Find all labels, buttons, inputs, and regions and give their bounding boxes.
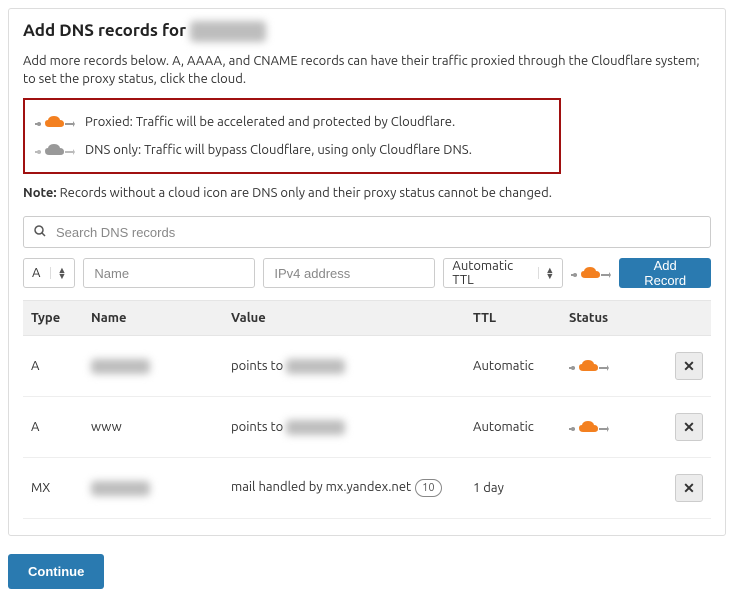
th-name: Name	[83, 301, 223, 336]
type-select[interactable]: A ▲▼	[23, 258, 75, 288]
th-ttl: TTL	[465, 301, 561, 336]
cell-ttl[interactable]: Automatic	[465, 336, 561, 397]
records-table: Type Name Value TTL Status A██████points…	[23, 300, 711, 519]
delete-button[interactable]: ✕	[675, 474, 703, 502]
dns-panel: Add DNS records for ██████ Add more reco…	[8, 8, 726, 536]
cell-value[interactable]: mail handled by mx.yandex.net10	[223, 458, 465, 519]
th-status: Status	[561, 301, 667, 336]
note: Note: Records without a cloud icon are D…	[23, 184, 711, 202]
close-icon: ✕	[683, 358, 695, 375]
table-row: Awwwpoints to ██████Automatic ✕	[23, 397, 711, 458]
cell-type[interactable]: A	[23, 397, 83, 458]
description-text: Add more records below. A, AAAA, and CNA…	[23, 52, 711, 88]
cell-ttl[interactable]: Automatic	[465, 397, 561, 458]
legend-dns-only-row: DNS only: Traffic will bypass Cloudflare…	[35, 136, 549, 164]
type-select-value: A	[32, 266, 40, 280]
cell-value[interactable]: points to ██████	[223, 336, 465, 397]
table-row: MX██████mail handled by mx.yandex.net101…	[23, 458, 711, 519]
legend-proxied-text: Proxied: Traffic will be accelerated and…	[85, 115, 455, 129]
proxy-toggle-icon[interactable]	[571, 263, 611, 283]
delete-button[interactable]: ✕	[675, 352, 703, 380]
add-record-controls: A ▲▼ Automatic TTL ▲▼ Add Record	[23, 258, 711, 288]
value-input[interactable]	[263, 258, 435, 288]
note-label: Note:	[23, 186, 57, 200]
th-value: Value	[223, 301, 465, 336]
cloud-proxied-icon[interactable]	[569, 356, 659, 376]
title-prefix: Add DNS records for	[23, 21, 190, 40]
ttl-select-value: Automatic TTL	[452, 259, 528, 287]
th-type: Type	[23, 301, 83, 336]
continue-button[interactable]: Continue	[8, 554, 104, 589]
add-record-button[interactable]: Add Record	[619, 258, 711, 288]
cell-status[interactable]	[561, 397, 667, 458]
cell-status	[561, 458, 667, 519]
search-icon	[34, 225, 46, 240]
proxy-legend: Proxied: Traffic will be accelerated and…	[23, 98, 561, 174]
stepper-icon: ▲▼	[538, 267, 554, 279]
name-input[interactable]	[83, 258, 255, 288]
priority-badge: 10	[415, 479, 441, 497]
legend-proxied-row: Proxied: Traffic will be accelerated and…	[35, 108, 549, 136]
cell-type[interactable]: A	[23, 336, 83, 397]
close-icon: ✕	[683, 480, 695, 497]
cell-actions: ✕	[667, 397, 711, 458]
cell-actions: ✕	[667, 336, 711, 397]
ttl-select[interactable]: Automatic TTL ▲▼	[443, 258, 563, 288]
cell-type[interactable]: MX	[23, 458, 83, 519]
page-title: Add DNS records for ██████	[23, 21, 711, 42]
cloud-proxied-icon	[35, 112, 75, 132]
close-icon: ✕	[683, 419, 695, 436]
search-input[interactable]	[54, 224, 700, 241]
cell-name[interactable]: ██████	[83, 336, 223, 397]
cell-status[interactable]	[561, 336, 667, 397]
cloud-proxied-icon[interactable]	[569, 417, 659, 437]
search-box[interactable]	[23, 216, 711, 248]
cloud-dns-only-icon	[35, 140, 75, 160]
cell-value[interactable]: points to ██████	[223, 397, 465, 458]
delete-button[interactable]: ✕	[675, 413, 703, 441]
th-actions	[667, 301, 711, 336]
cell-actions: ✕	[667, 458, 711, 519]
title-domain-redacted: ██████	[190, 21, 266, 41]
cell-ttl[interactable]: 1 day	[465, 458, 561, 519]
cell-name[interactable]: www	[83, 397, 223, 458]
cell-name[interactable]: ██████	[83, 458, 223, 519]
table-row: A██████points to ██████Automatic ✕	[23, 336, 711, 397]
stepper-icon: ▲▼	[50, 267, 66, 279]
legend-dns-only-text: DNS only: Traffic will bypass Cloudflare…	[85, 143, 472, 157]
table-header-row: Type Name Value TTL Status	[23, 301, 711, 336]
note-text: Records without a cloud icon are DNS onl…	[57, 186, 552, 200]
